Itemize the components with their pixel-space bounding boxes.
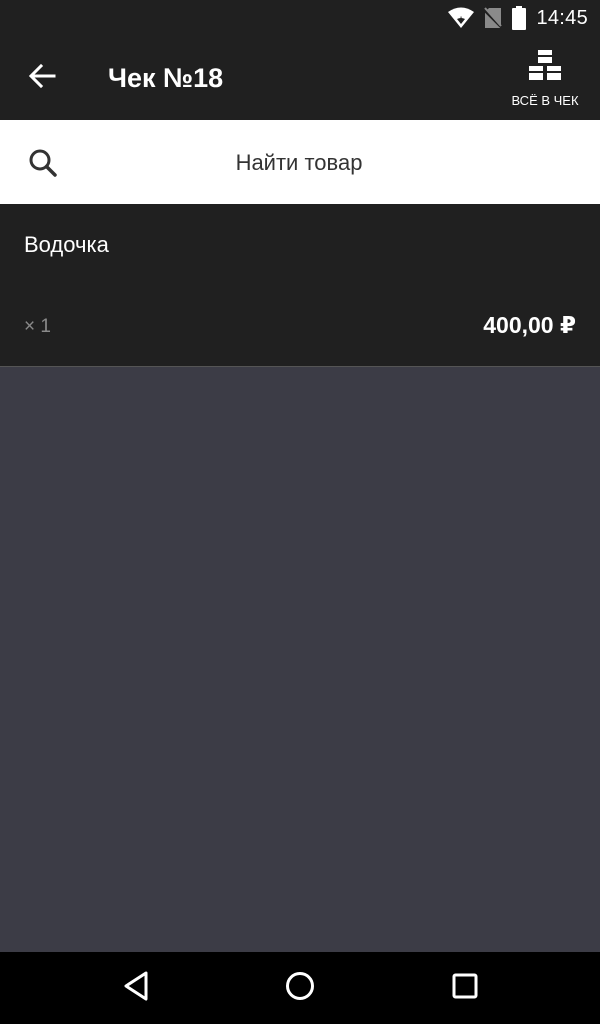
boxes-stack-icon: [529, 50, 561, 85]
back-button[interactable]: [16, 52, 68, 104]
all-in-receipt-label: ВСЁ В ЧЕК: [511, 93, 579, 108]
status-time: 14:45: [536, 6, 588, 29]
no-sim-icon: [484, 7, 503, 29]
status-bar: ! 14:45: [0, 0, 600, 36]
battery-icon: [512, 6, 527, 30]
status-icons: ! 14:45: [448, 0, 588, 36]
svg-text:!: !: [460, 16, 464, 26]
wifi-icon: !: [448, 7, 475, 29]
item-quantity: × 1: [24, 316, 51, 337]
nav-back-button[interactable]: [116, 968, 156, 1008]
page-title: Чек №18: [108, 63, 224, 93]
nav-recents-button[interactable]: [445, 968, 485, 1008]
home-circle-icon: [285, 971, 315, 1006]
search-icon[interactable]: [28, 148, 58, 178]
item-name: Водочка: [24, 232, 109, 257]
system-nav-bar: [0, 952, 600, 1024]
app-bar: Чек №18 ВСЁ В ЧЕК: [0, 36, 600, 120]
nav-home-button[interactable]: [280, 968, 320, 1008]
search-bar: [0, 120, 600, 206]
arrow-left-icon: [28, 62, 56, 95]
list-item[interactable]: Водочка × 1 400,00 ₽: [0, 204, 600, 367]
item-price: 400,00 ₽: [483, 312, 576, 338]
recents-square-icon: [452, 973, 478, 1004]
back-triangle-icon: [122, 971, 150, 1006]
search-input[interactable]: [90, 120, 508, 206]
all-in-receipt-button[interactable]: ВСЁ В ЧЕК: [500, 50, 590, 112]
